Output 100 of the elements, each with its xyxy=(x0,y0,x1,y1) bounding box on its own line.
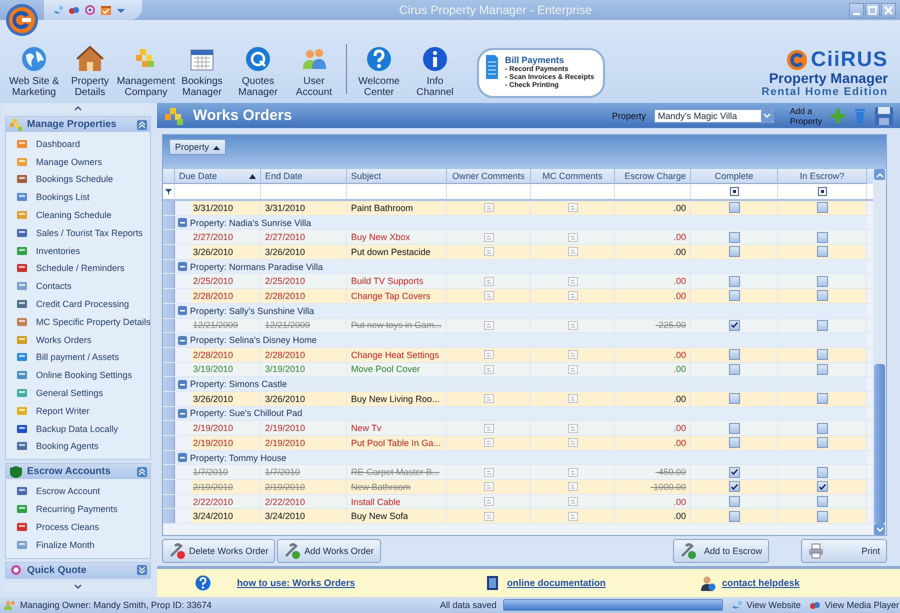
maximize-icon[interactable] xyxy=(866,4,879,16)
checkbox[interactable] xyxy=(816,202,828,214)
checkbox[interactable] xyxy=(816,320,828,331)
checkbox[interactable] xyxy=(816,437,828,448)
scrollbar-thumb[interactable] xyxy=(874,364,885,524)
toolbar-button[interactable]: Management Company xyxy=(118,45,174,98)
filter-checkbox-icon[interactable] xyxy=(818,187,826,196)
checkbox[interactable] xyxy=(728,481,740,492)
action-button[interactable]: Delete Works Order xyxy=(162,539,276,563)
section-header[interactable]: Escrow Accounts xyxy=(6,464,150,480)
checkbox[interactable] xyxy=(816,496,828,508)
toolbar-button[interactable]: User Account xyxy=(286,45,342,98)
note-icon[interactable] xyxy=(568,497,578,506)
row-selector[interactable] xyxy=(163,494,175,508)
note-icon[interactable] xyxy=(568,350,578,360)
sidebar-item[interactable]: Works Orders xyxy=(36,334,92,345)
sidebar-item[interactable]: Manage Owners xyxy=(36,156,102,167)
note-icon[interactable] xyxy=(484,468,494,477)
note-icon[interactable] xyxy=(568,512,578,521)
collapse-icon[interactable] xyxy=(178,306,187,316)
checkbox[interactable] xyxy=(816,246,828,258)
lifebuoy-icon[interactable] xyxy=(84,4,96,16)
note-icon[interactable] xyxy=(568,394,578,404)
checkbox[interactable] xyxy=(816,393,828,404)
sidebar-item[interactable]: Inventories xyxy=(36,246,80,256)
note-icon[interactable] xyxy=(568,232,578,242)
note-icon[interactable] xyxy=(484,497,494,506)
group-by-tag[interactable]: Property xyxy=(169,139,226,155)
note-icon[interactable] xyxy=(568,468,578,477)
sidebar-item[interactable]: Escrow Account xyxy=(36,486,100,496)
sidebar-item[interactable]: Bill payment / Assets xyxy=(36,352,120,362)
toolbar-button[interactable]: Web Site & Marketing xyxy=(6,45,62,98)
toolbar-button[interactable]: Property Details xyxy=(62,45,118,98)
note-icon[interactable] xyxy=(568,320,578,330)
row-selector[interactable] xyxy=(163,465,175,480)
sidebar-item[interactable]: Bookings Schedule xyxy=(36,174,114,184)
checkbox[interactable] xyxy=(728,466,740,478)
sidebar-item[interactable]: General Settings xyxy=(36,388,104,398)
note-icon[interactable] xyxy=(568,203,578,212)
checkbox[interactable] xyxy=(728,422,740,434)
section-header[interactable]: Quick Quote xyxy=(6,562,150,578)
media-icon[interactable] xyxy=(68,4,80,16)
row-selector[interactable] xyxy=(163,348,175,362)
checkbox[interactable] xyxy=(816,276,828,287)
sidebar-item[interactable]: Bookings List xyxy=(36,192,90,202)
filter-icon[interactable] xyxy=(165,188,172,195)
checkbox[interactable] xyxy=(816,466,828,478)
checkbox[interactable] xyxy=(816,290,828,302)
note-icon[interactable] xyxy=(484,438,494,448)
escrow-button[interactable]: Add to Escrow xyxy=(673,539,769,563)
sidebar-item[interactable]: Finalize Month xyxy=(36,540,95,550)
checkbox[interactable] xyxy=(728,496,740,508)
note-icon[interactable] xyxy=(568,482,578,492)
checkbox[interactable] xyxy=(728,510,740,522)
note-icon[interactable] xyxy=(484,424,494,433)
checkbox[interactable] xyxy=(816,349,828,360)
checkbox[interactable] xyxy=(816,232,828,243)
collapse-icon[interactable] xyxy=(178,336,187,345)
toolbar-button[interactable]: Welcome Center xyxy=(351,45,407,98)
row-selector[interactable] xyxy=(163,304,175,318)
book-icon[interactable] xyxy=(485,575,501,591)
note-icon[interactable] xyxy=(484,482,494,492)
status-link[interactable]: View Website xyxy=(746,600,801,610)
chevron-up-icon[interactable] xyxy=(74,105,82,111)
checkbox[interactable] xyxy=(728,202,740,214)
checkbox[interactable] xyxy=(728,349,740,360)
note-icon[interactable] xyxy=(484,247,494,256)
row-selector[interactable] xyxy=(163,362,175,376)
checkbox[interactable] xyxy=(816,510,828,522)
row-selector[interactable] xyxy=(163,260,175,274)
sidebar-item[interactable]: Schedule / Reminders xyxy=(36,263,125,274)
note-icon[interactable] xyxy=(568,424,578,433)
row-selector[interactable] xyxy=(163,392,175,406)
checkbox[interactable] xyxy=(816,481,828,492)
help-link[interactable]: online documentation xyxy=(507,578,606,588)
sidebar-item[interactable]: Contacts xyxy=(36,281,72,292)
scroll-up-icon[interactable] xyxy=(876,172,884,178)
checkbox[interactable] xyxy=(728,246,740,258)
scroll-down-icon[interactable] xyxy=(876,526,884,532)
action-button[interactable]: Add Works Order xyxy=(277,539,381,563)
sidebar-item[interactable]: MC Specific Property Details xyxy=(36,316,151,327)
collapse-icon[interactable] xyxy=(137,120,147,130)
note-icon[interactable] xyxy=(484,350,494,360)
note-icon[interactable] xyxy=(484,364,494,374)
row-selector[interactable] xyxy=(163,450,175,464)
note-icon[interactable] xyxy=(484,203,494,212)
calendar-icon[interactable] xyxy=(100,4,112,16)
checkbox[interactable] xyxy=(816,422,828,434)
note-icon[interactable] xyxy=(568,291,578,300)
media-icon[interactable] xyxy=(808,600,821,610)
sidebar-item[interactable]: Booking Agents xyxy=(36,441,99,452)
status-link[interactable]: View Media Player xyxy=(824,600,900,610)
row-selector[interactable] xyxy=(163,509,175,524)
help-link[interactable]: how to use: Works Orders xyxy=(237,578,356,588)
help-icon[interactable] xyxy=(195,575,211,591)
note-icon[interactable] xyxy=(484,232,494,242)
row-selector[interactable] xyxy=(163,230,175,244)
collapse-icon[interactable] xyxy=(178,262,187,272)
checkbox[interactable] xyxy=(728,437,740,448)
checkbox[interactable] xyxy=(728,320,740,331)
